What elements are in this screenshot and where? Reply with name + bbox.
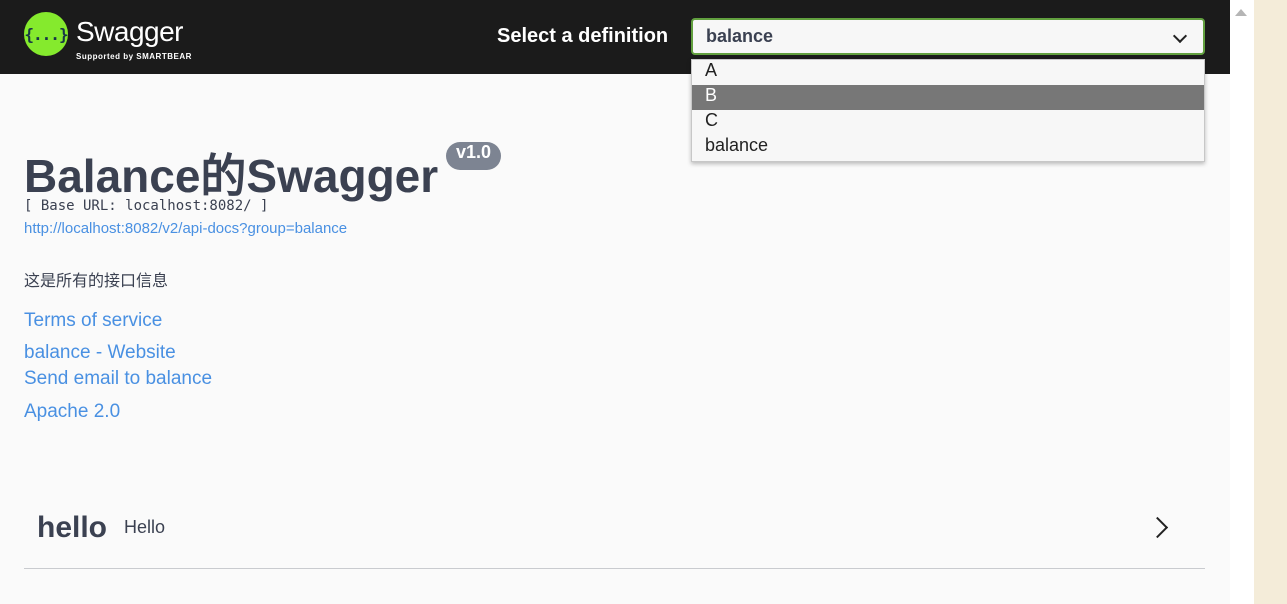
api-description: 这是所有的接口信息 (24, 273, 169, 290)
email-link[interactable]: Send email to balance (24, 368, 212, 390)
brand-name[interactable]: Swagger (76, 16, 184, 48)
scrollbar[interactable] (1230, 0, 1254, 604)
tag-name: hello (37, 511, 108, 544)
tag-description: Hello (124, 517, 166, 537)
scroll-up-arrow-icon[interactable] (1235, 9, 1247, 16)
definition-select[interactable]: balance (691, 18, 1205, 55)
definition-option-c[interactable]: C (692, 110, 1204, 135)
definition-dropdown: A B C balance (691, 59, 1205, 162)
chevron-right-icon[interactable] (1146, 516, 1169, 539)
definition-option-a[interactable]: A (692, 60, 1204, 85)
website-link[interactable]: balance - Website (24, 342, 176, 364)
license-link[interactable]: Apache 2.0 (24, 401, 120, 423)
brand-tagline: Supported by SMARTBEAR (76, 52, 192, 61)
select-definition-label: Select a definition (497, 25, 669, 47)
definition-option-b[interactable]: B (692, 85, 1204, 110)
tag-section-hello[interactable]: hello Hello (24, 488, 1205, 569)
swagger-logo-icon[interactable]: {...} (24, 12, 69, 56)
version-badge: v1.0 (446, 142, 502, 170)
base-url: [ Base URL: localhost:8082/ ] (24, 198, 269, 214)
terms-of-service-link[interactable]: Terms of service (24, 310, 162, 332)
definition-select-value: balance (706, 26, 774, 46)
side-panel (1254, 0, 1287, 604)
api-docs-link[interactable]: http://localhost:8082/v2/api-docs?group=… (24, 220, 347, 237)
chevron-down-icon (1172, 28, 1188, 44)
definition-option-balance[interactable]: balance (692, 135, 1204, 160)
page-title: Balance的Swagger (24, 150, 439, 202)
